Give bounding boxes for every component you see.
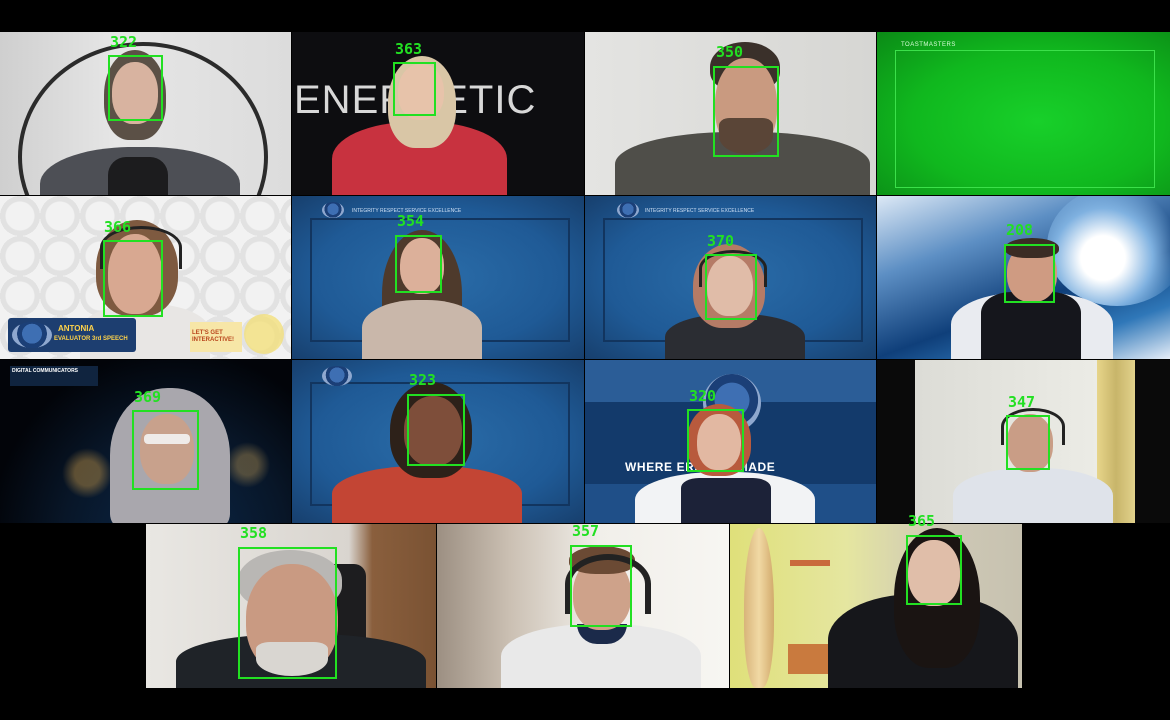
slogan-text: LET'S GET INTERACTIVE! (192, 330, 234, 343)
face-detection-box (393, 62, 436, 116)
toastmasters-logo (322, 202, 344, 218)
participant-body (362, 300, 482, 359)
banner-text: TOASTMASTERS (901, 42, 956, 48)
participant-tile[interactable]: ENERGETIC (292, 32, 584, 195)
face-detection-box (132, 410, 199, 490)
face-detection-id: 370 (707, 232, 735, 250)
participant-vest (681, 478, 771, 523)
club-name: DIGITAL COMMUNICATORS (12, 368, 79, 374)
face-detection-id: 320 (689, 387, 717, 405)
name-tag: ANTONIA (58, 324, 95, 333)
face-detection-box (906, 535, 962, 605)
face-detection-id: 363 (395, 40, 423, 58)
face-detection-box (395, 235, 442, 293)
toastmasters-logo (617, 202, 639, 218)
face-detection-box (570, 545, 632, 627)
face-detection-box (1006, 415, 1050, 470)
face-detection-box (1004, 244, 1055, 303)
face-detection-id: 354 (397, 212, 425, 230)
video-gallery-grid: ENERGETIC TOASTMASTERS ANTONIA EVALUATOR… (0, 0, 1170, 720)
face-detection-id: 365 (908, 512, 936, 530)
surfboard (744, 528, 774, 688)
face-detection-id: 208 (1006, 221, 1034, 239)
face-detection-id: 347 (1008, 393, 1036, 411)
screen-frame (895, 50, 1155, 188)
face-detection-id: 323 (409, 371, 437, 389)
face-detection-box (713, 66, 779, 157)
face-detection-box (687, 409, 744, 472)
face-detection-id: 366 (104, 218, 132, 236)
face-detection-id: 350 (716, 43, 744, 61)
participant-tile[interactable] (730, 524, 1022, 688)
face-detection-box (238, 547, 337, 679)
toastmasters-logo (12, 322, 52, 348)
face-detection-box (407, 394, 465, 466)
face-detection-id: 357 (572, 522, 600, 540)
face-detection-box (705, 254, 757, 320)
face-detection-id: 369 (134, 388, 162, 406)
face-detection-id: 358 (240, 524, 268, 542)
face-detection-box (103, 240, 163, 317)
toastmasters-logo (322, 366, 352, 386)
face-detection-box (108, 55, 163, 121)
bulb-badge (244, 314, 284, 354)
participant-tile[interactable]: TOASTMASTERS (877, 32, 1170, 195)
participant-body (953, 468, 1113, 523)
participant-shirt (108, 157, 168, 195)
values-bar: INTEGRITY RESPECT SERVICE EXCELLENCE (645, 208, 755, 214)
face-detection-id: 322 (110, 33, 138, 51)
wall-shelf (790, 560, 830, 566)
role-tag: EVALUATOR 3rd SPEECH (54, 336, 128, 342)
